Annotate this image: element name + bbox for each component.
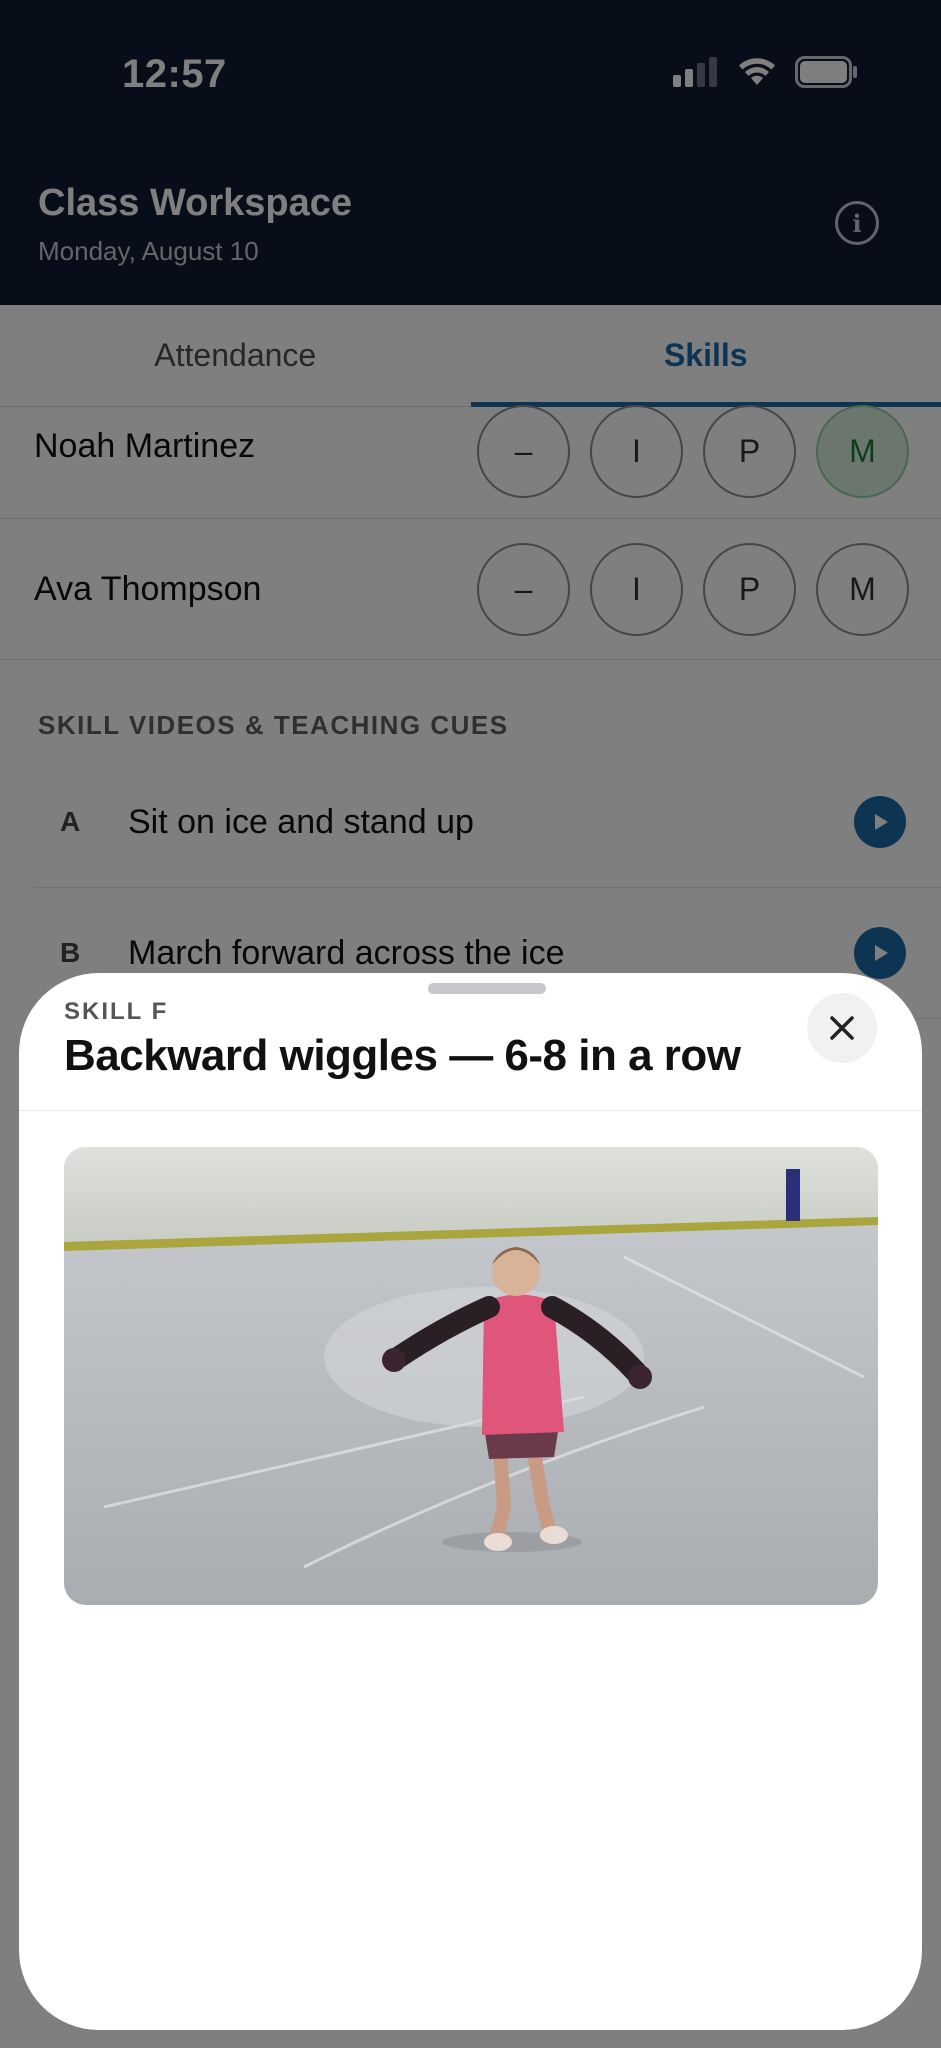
skill-video-sheet: SKILL F Backward wiggles — 6-8 in a row <box>19 973 922 2030</box>
close-icon[interactable] <box>807 993 877 1063</box>
sheet-grabber[interactable] <box>428 983 546 994</box>
skill-title: Backward wiggles — 6-8 in a row <box>64 1031 741 1080</box>
video-frame-skater <box>64 1147 878 1605</box>
skill-video-player[interactable] <box>64 1147 878 1605</box>
skill-code: SKILL F <box>64 998 169 1025</box>
divider <box>19 1110 922 1111</box>
